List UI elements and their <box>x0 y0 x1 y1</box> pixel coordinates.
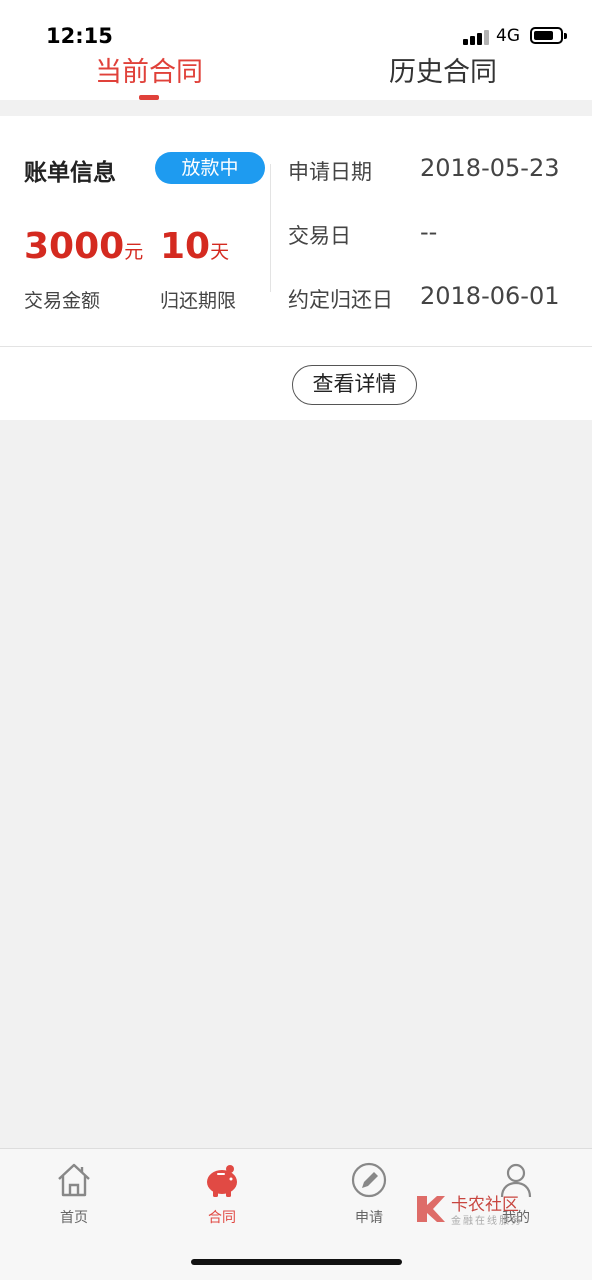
battery-icon <box>530 27 567 44</box>
tab-history-contract[interactable]: 历史合同 <box>389 50 497 89</box>
watermark-logo-icon <box>417 1196 445 1222</box>
network-type: 4G <box>496 26 520 46</box>
term-label: 归还期限 <box>160 290 237 312</box>
trade-date-value: -- <box>420 218 438 246</box>
term-value: 10天 <box>160 226 229 273</box>
signal-icon <box>463 30 491 45</box>
amount-label: 交易金额 <box>24 290 101 312</box>
header: 12:15 4G 当前合同 历史合同 <box>0 0 592 100</box>
piggy-bank-icon <box>207 1165 237 1197</box>
home-icon <box>58 1163 90 1197</box>
nav-item-contract[interactable]: 合同 <box>187 1161 257 1227</box>
amount-unit: 元 <box>124 241 144 263</box>
nav-label-contract: 合同 <box>208 1210 236 1226</box>
amount-value: 3000元 <box>24 226 143 273</box>
due-date-label: 约定归还日 <box>288 288 393 312</box>
active-tab-indicator <box>139 95 159 100</box>
term-number: 10 <box>160 226 211 267</box>
status-time: 12:15 <box>46 24 113 48</box>
home-indicator <box>191 1259 402 1265</box>
view-details-button[interactable]: 查看详情 <box>292 365 417 405</box>
apply-date-label: 申请日期 <box>288 160 372 184</box>
card-vertical-divider <box>270 164 271 292</box>
due-date-value: 2018-06-01 <box>420 282 560 310</box>
trade-date-label: 交易日 <box>288 224 351 248</box>
amount-number: 3000 <box>24 226 125 267</box>
tab-current-contract[interactable]: 当前合同 <box>95 50 203 89</box>
status-badge: 放款中 <box>155 152 265 184</box>
nav-label-apply: 申请 <box>355 1210 383 1226</box>
nav-label-home: 首页 <box>60 1210 88 1226</box>
term-unit: 天 <box>210 241 230 263</box>
nav-item-home[interactable]: 首页 <box>39 1161 109 1227</box>
watermark-subtitle: 金融在线服务 <box>451 1216 523 1227</box>
app-screen: 12:15 4G 当前合同 历史合同 账单信息 放款中 3000元 10天 交易… <box>0 0 592 1280</box>
card-horizontal-divider <box>0 346 592 347</box>
apply-date-value: 2018-05-23 <box>420 154 560 182</box>
pencil-icon <box>351 1162 387 1198</box>
nav-item-apply[interactable]: 申请 <box>334 1161 404 1227</box>
bill-title: 账单信息 <box>24 160 116 186</box>
